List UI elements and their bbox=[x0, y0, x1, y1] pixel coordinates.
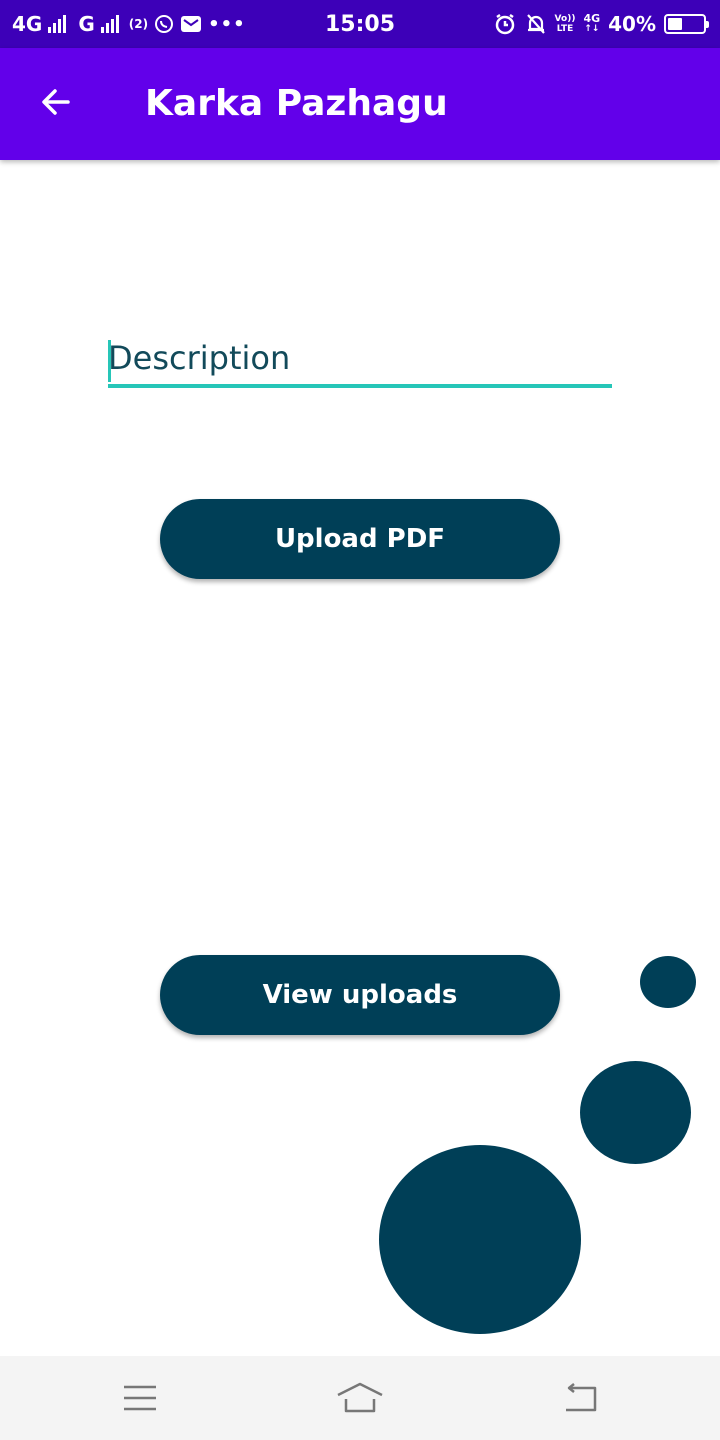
arrow-left-icon bbox=[42, 89, 70, 115]
status-bar-right: Vo)) LTE 4G ↑↓ 40% bbox=[493, 0, 709, 48]
system-navigation-bar bbox=[0, 1356, 720, 1440]
page-title: Karka Pazhagu bbox=[145, 83, 448, 124]
app-bar: Karka Pazhagu bbox=[0, 48, 720, 160]
battery-percent: 40% bbox=[608, 12, 656, 36]
mute-icon bbox=[525, 12, 547, 36]
signal-icon bbox=[48, 15, 67, 33]
sim-icon: (2) bbox=[128, 17, 149, 31]
volte-top-label: Vo)) bbox=[554, 14, 576, 24]
status-bar-left: 4G G (2) ••• bbox=[12, 0, 246, 48]
more-dots-icon: ••• bbox=[208, 13, 246, 35]
network-type-label: 4G bbox=[12, 12, 43, 36]
upload-pdf-button[interactable]: Upload PDF bbox=[160, 499, 560, 579]
decorative-circle-large bbox=[379, 1145, 581, 1334]
description-input[interactable] bbox=[108, 330, 612, 386]
back-icon bbox=[566, 1383, 597, 1412]
home-icon bbox=[337, 1382, 383, 1413]
menu-icon bbox=[124, 1385, 156, 1411]
text-cursor bbox=[108, 340, 111, 382]
view-uploads-button[interactable]: View uploads bbox=[160, 955, 560, 1035]
status-bar: 4G G (2) ••• 15:05 Vo)) LTE 4G ↑↓ 40% bbox=[0, 0, 720, 48]
network-type-label-2: G bbox=[78, 12, 95, 36]
back-button[interactable] bbox=[28, 74, 84, 130]
description-underline bbox=[108, 384, 612, 388]
nav-back-button[interactable] bbox=[550, 1368, 610, 1428]
nav-home-button[interactable] bbox=[330, 1368, 390, 1428]
signal-icon-2 bbox=[100, 15, 119, 33]
description-field[interactable] bbox=[108, 330, 612, 388]
whatsapp-icon bbox=[154, 14, 174, 34]
data-top-label: 4G bbox=[583, 12, 601, 25]
decorative-circle-small bbox=[640, 956, 696, 1008]
battery-icon bbox=[664, 14, 709, 34]
volte-bottom-label: LTE bbox=[556, 24, 574, 34]
data-bottom-label: ↑↓ bbox=[584, 24, 600, 34]
volte-indicator: Vo)) LTE bbox=[555, 14, 576, 34]
alarm-icon bbox=[493, 12, 517, 36]
decorative-circle-medium bbox=[580, 1061, 691, 1164]
data-indicator: 4G ↑↓ bbox=[583, 12, 601, 34]
nav-menu-button[interactable] bbox=[110, 1368, 170, 1428]
battery-level bbox=[668, 18, 682, 30]
mail-icon bbox=[180, 14, 202, 34]
